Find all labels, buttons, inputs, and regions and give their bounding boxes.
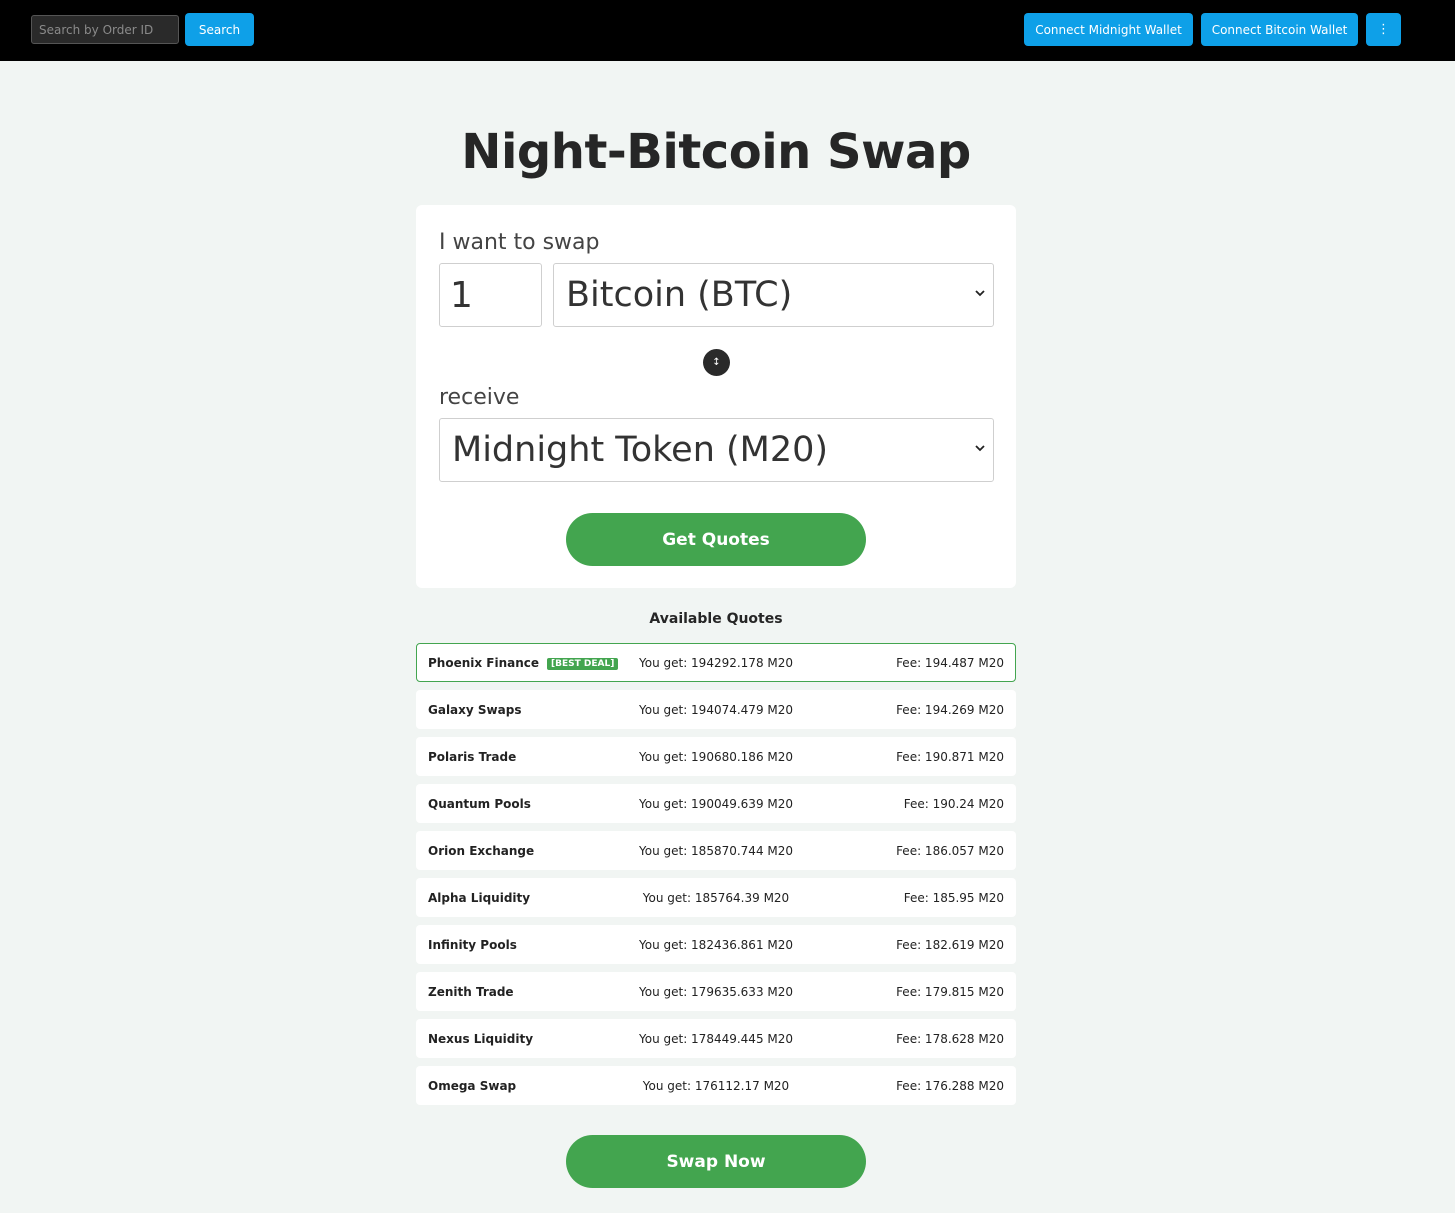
quote-row[interactable]: Orion Exchange You get: 185870.744 M20 F… bbox=[416, 831, 1016, 870]
quote-fee: Fee: 194.269 M20 bbox=[896, 703, 1004, 717]
more-menu-button[interactable]: ⋮ bbox=[1366, 13, 1401, 46]
get-quotes-button[interactable]: Get Quotes bbox=[566, 513, 866, 566]
connect-midnight-wallet-button[interactable]: Connect Midnight Wallet bbox=[1024, 13, 1193, 46]
quote-fee: Fee: 194.487 M20 bbox=[896, 656, 1004, 670]
from-asset-value: Bitcoin (BTC) bbox=[566, 275, 793, 315]
swap-amount-input[interactable] bbox=[439, 263, 542, 327]
quote-row[interactable]: Zenith Trade You get: 179635.633 M20 Fee… bbox=[416, 972, 1016, 1011]
quote-row[interactable]: Polaris Trade You get: 190680.186 M20 Fe… bbox=[416, 737, 1016, 776]
swap-card: I want to swap Bitcoin (BTC) ↕ receive M… bbox=[416, 205, 1016, 588]
chevron-down-icon bbox=[975, 290, 985, 297]
quote-row[interactable]: Phoenix Finance [BEST DEAL] You get: 1942… bbox=[416, 643, 1016, 682]
quote-row[interactable]: Infinity Pools You get: 182436.861 M20 F… bbox=[416, 925, 1016, 964]
receive-label: receive bbox=[439, 385, 520, 410]
page-title: Night-Bitcoin Swap bbox=[461, 124, 971, 180]
search-button[interactable]: Search bbox=[185, 13, 254, 46]
quote-row[interactable]: Nexus Liquidity You get: 178449.445 M20 … bbox=[416, 1019, 1016, 1058]
quote-fee: Fee: 190.871 M20 bbox=[896, 750, 1004, 764]
quote-fee: Fee: 185.95 M20 bbox=[903, 891, 1004, 905]
quote-fee: Fee: 179.815 M20 bbox=[896, 985, 1004, 999]
quote-list: Phoenix Finance [BEST DEAL] You get: 1942… bbox=[416, 643, 1016, 1113]
chevron-down-icon bbox=[975, 445, 985, 452]
available-quotes-heading: Available Quotes bbox=[649, 611, 783, 627]
more-vertical-icon: ⋮ bbox=[1377, 22, 1390, 37]
swap-from-label: I want to swap bbox=[439, 230, 600, 255]
swap-now-button[interactable]: Swap Now bbox=[566, 1135, 866, 1188]
quote-fee: Fee: 186.057 M20 bbox=[896, 844, 1004, 858]
to-asset-value: Midnight Token (M20) bbox=[452, 430, 829, 470]
quote-fee: Fee: 182.619 M20 bbox=[896, 938, 1004, 952]
top-bar: Search Connect Midnight Wallet Connect B… bbox=[0, 0, 1455, 61]
order-search-input[interactable] bbox=[31, 15, 179, 44]
quote-fee: Fee: 190.24 M20 bbox=[903, 797, 1004, 811]
quote-row[interactable]: Omega Swap You get: 176112.17 M20 Fee: 1… bbox=[416, 1066, 1016, 1105]
quote-row[interactable]: Galaxy Swaps You get: 194074.479 M20 Fee… bbox=[416, 690, 1016, 729]
from-asset-select[interactable]: Bitcoin (BTC) bbox=[553, 263, 994, 327]
quote-row[interactable]: Quantum Pools You get: 190049.639 M20 Fe… bbox=[416, 784, 1016, 823]
to-asset-select[interactable]: Midnight Token (M20) bbox=[439, 418, 994, 482]
swap-direction-button[interactable]: ↕ bbox=[703, 349, 730, 376]
quote-fee: Fee: 176.288 M20 bbox=[896, 1079, 1004, 1093]
swap-arrows-icon: ↕ bbox=[712, 357, 721, 368]
quote-row[interactable]: Alpha Liquidity You get: 185764.39 M20 F… bbox=[416, 878, 1016, 917]
connect-bitcoin-wallet-button[interactable]: Connect Bitcoin Wallet bbox=[1201, 13, 1358, 46]
quote-fee: Fee: 178.628 M20 bbox=[896, 1032, 1004, 1046]
